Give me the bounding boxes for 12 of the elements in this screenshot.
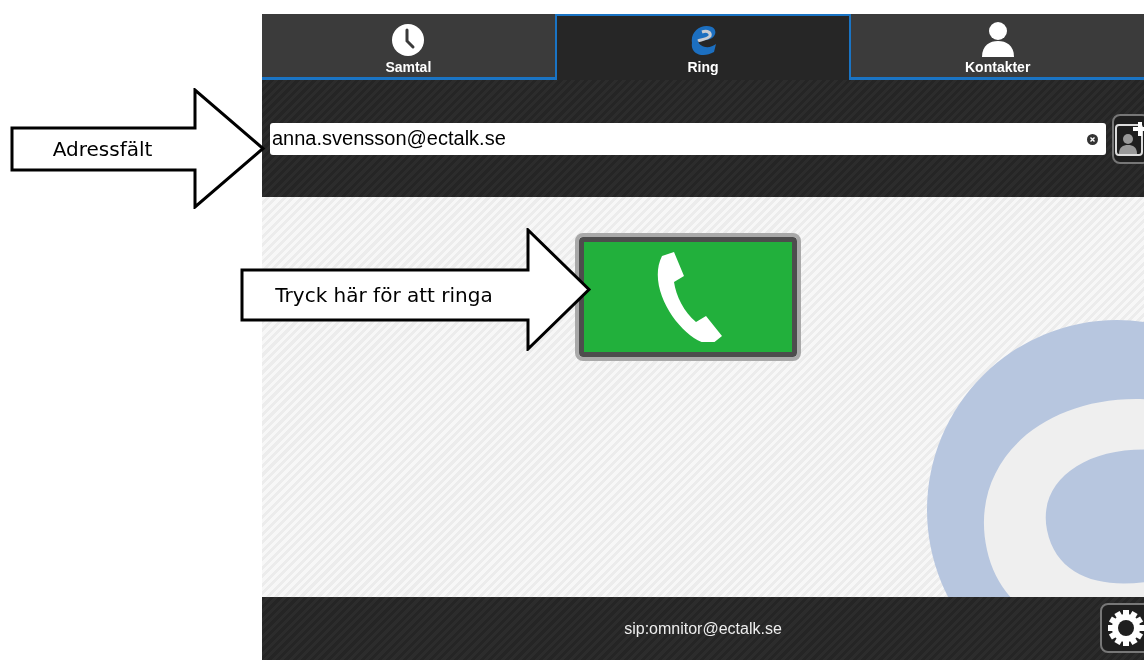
clear-icon[interactable] [1087, 133, 1098, 145]
clock-icon [391, 23, 426, 57]
tab[interactable]: Ring [554, 14, 852, 80]
settings-button[interactable] [1100, 603, 1144, 653]
settings-icon [1107, 609, 1144, 647]
add-contact-button[interactable] [1112, 113, 1144, 164]
account-address: sip:omnitor@ectalk.se [624, 619, 782, 638]
add-contact-icon [1115, 120, 1144, 157]
callout-label: Tryck här för att ringa [274, 282, 494, 309]
address-field[interactable]: anna.svensson@ectalk.se [270, 122, 1106, 155]
person-icon [979, 21, 1016, 57]
callout-label: Adressfält [51, 136, 154, 163]
